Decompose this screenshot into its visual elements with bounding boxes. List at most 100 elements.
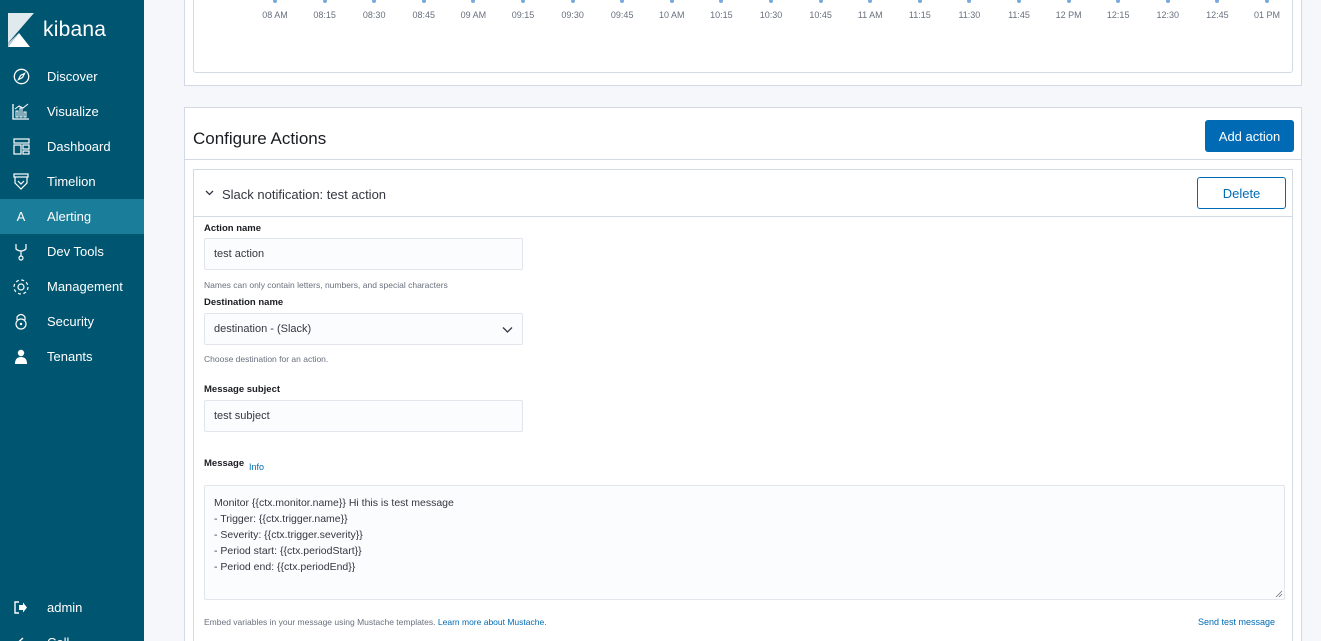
x-tick-label: 12:15	[1106, 10, 1130, 20]
x-tick-label: 09:45	[610, 10, 634, 20]
gear-icon	[11, 277, 31, 297]
chevron-down-icon	[502, 324, 513, 338]
delete-action-button[interactable]: Delete	[1197, 177, 1286, 209]
wrench-icon	[11, 242, 31, 262]
sidebar-item-discover[interactable]: Discover	[0, 59, 144, 94]
x-tick-label: 12:30	[1156, 10, 1180, 20]
kibana-logo-icon	[8, 13, 34, 47]
dashboard-icon	[11, 137, 31, 157]
sidebar-item-alerting[interactable]: A Alerting	[0, 199, 144, 234]
sidebar-bottom-item-admin[interactable]: admin	[0, 590, 144, 625]
sidebar-item-security[interactable]: Security	[0, 304, 144, 339]
x-tick-label: 08:30	[362, 10, 386, 20]
destination-select[interactable]: destination - (Slack)	[204, 313, 523, 345]
x-tick-label: 10:15	[710, 10, 733, 20]
sidebar-item-label: Timelion	[47, 174, 96, 189]
x-tick-mark	[471, 0, 476, 3]
sidebar-item-label: Dashboard	[47, 139, 111, 154]
message-subject-label: Message subject	[204, 384, 281, 395]
message-subject-value: test subject	[214, 410, 270, 422]
add-action-button[interactable]: Add action	[1205, 120, 1294, 152]
sidebar-nav: kibana Discover Visualize Dashboard Timelio…	[0, 0, 144, 641]
x-tick-mark	[620, 0, 625, 3]
collapse-icon	[11, 633, 31, 641]
message-line: - Period start: {{ctx.periodStart}}	[214, 545, 362, 557]
action-name-help: Names can only contain letters, numbers,…	[204, 280, 448, 290]
x-tick-label: 08:15	[313, 10, 336, 20]
sidebar-item-dashboard[interactable]: Dashboard	[0, 129, 144, 164]
configure-actions-panel: Configure Actions Add action Slack notif…	[184, 107, 1302, 641]
app-name: kibana	[43, 18, 107, 41]
message-line: - Severity: {{ctx.trigger.severity}}	[214, 529, 363, 541]
x-tick-mark	[669, 0, 674, 3]
x-tick-label: 09 AM	[460, 10, 487, 20]
x-tick-mark	[917, 0, 922, 3]
x-tick-label: 10:45	[809, 10, 832, 20]
message-textarea[interactable]: Monitor {{ctx.monitor.name}} Hi this is …	[204, 485, 1285, 600]
sidebar-item-label: Coll	[47, 635, 69, 641]
destination-select-value: destination - (Slack)	[214, 323, 312, 335]
x-tick-mark	[1017, 0, 1021, 3]
send-test-message-link[interactable]: Send test message	[1198, 617, 1275, 627]
action-name-label: Action name	[204, 223, 262, 234]
x-tick-mark	[372, 0, 377, 3]
destination-name-label: Destination name	[204, 297, 284, 308]
sidebar-item-label: Dev Tools	[47, 244, 104, 259]
logout-icon	[11, 598, 31, 618]
kibana-logo[interactable]: kibana	[8, 13, 106, 47]
destination-help: Choose destination for an action.	[204, 354, 329, 364]
x-tick-label: 08 AM	[262, 10, 288, 20]
sidebar-item-label: admin	[47, 600, 83, 615]
action-card-title: Slack notification: test action	[222, 187, 387, 202]
message-line: - Period end: {{ctx.periodEnd}}	[214, 561, 356, 573]
resize-handle-icon[interactable]	[1275, 590, 1283, 598]
message-label: Message	[204, 458, 245, 469]
sidebar-item-timelion[interactable]: Timelion	[0, 164, 144, 199]
compass-icon	[11, 67, 31, 87]
main-content: 08 AM 08:15 08:30 08:45 09 AM 09:15 09:30 09:45…	[144, 0, 1321, 641]
x-tick-label: 11 AM	[857, 10, 883, 20]
message-line: - Trigger: {{ctx.trigger.name}}	[214, 513, 348, 525]
query-graph-panel: 08 AM 08:15 08:30 08:45 09 AM 09:15 09:30 09:45…	[184, 0, 1302, 86]
x-tick-label: 10:30	[759, 10, 783, 20]
x-tick-label: 11:15	[908, 10, 931, 20]
action-name-value: test action	[214, 248, 265, 260]
action-name-field[interactable]: test action	[204, 238, 523, 270]
chevron-down-icon[interactable]	[205, 188, 214, 200]
configure-actions-title: Configure Actions	[193, 129, 327, 148]
sidebar-item-dev-tools[interactable]: Dev Tools	[0, 234, 144, 269]
user-icon	[11, 347, 31, 367]
embed-help: Embed variables in your message using Mu…	[204, 617, 436, 627]
sidebar-item-label: Discover	[47, 69, 98, 84]
x-tick-mark	[1165, 0, 1170, 3]
x-tick-mark	[769, 0, 773, 3]
sidebar-item-label: Security	[47, 314, 94, 329]
x-tick-mark	[967, 0, 972, 3]
sidebar-item-visualize[interactable]: Visualize	[0, 94, 144, 129]
divider	[185, 159, 1301, 160]
x-tick-mark	[868, 0, 873, 3]
message-info-link[interactable]: Info	[249, 462, 264, 472]
lock-icon	[11, 312, 31, 332]
x-tick-mark	[322, 0, 327, 3]
sidebar-bottom-item-coll[interactable]: Coll	[0, 625, 144, 641]
action-card-header[interactable]: Slack notification: test action Delete	[194, 170, 1292, 217]
sidebar-item-tenants[interactable]: Tenants	[0, 339, 144, 374]
x-tick-mark	[521, 0, 525, 3]
chart-icon	[11, 102, 31, 122]
sidebar-item-management[interactable]: Management	[0, 269, 144, 304]
x-tick-mark	[421, 0, 426, 3]
trigger-graph: 08 AM 08:15 08:30 08:45 09 AM 09:15 09:30 09:45…	[193, 0, 1293, 73]
sidebar-item-label: Management	[47, 279, 123, 294]
x-tick-label: 11:30	[958, 10, 981, 20]
message-subject-field[interactable]: test subject	[204, 400, 523, 432]
a-letter-icon: A	[16, 209, 26, 224]
x-tick-label: 12 PM	[1055, 10, 1082, 20]
x-tick-mark	[818, 0, 823, 3]
mustache-link[interactable]: Learn more about Mustache.	[438, 617, 547, 627]
x-tick-mark	[1066, 0, 1071, 3]
embed-help-text: Embed variables in your message using Mu…	[204, 617, 547, 627]
x-tick-label: 01 PM	[1253, 10, 1281, 20]
x-tick-mark	[1215, 0, 1220, 3]
x-tick-label: 08:45	[412, 10, 436, 20]
